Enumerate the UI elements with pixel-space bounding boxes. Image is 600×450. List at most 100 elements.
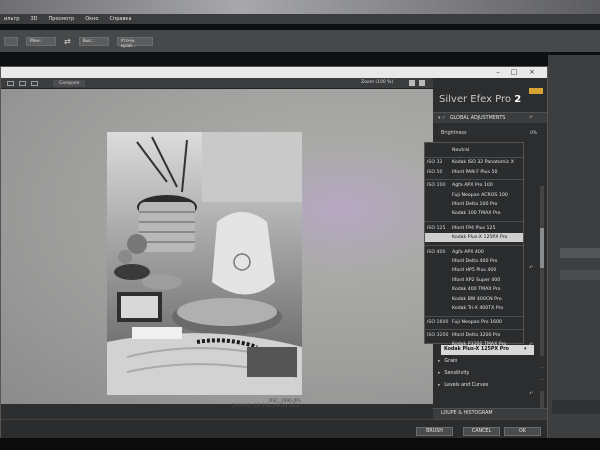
levels-curves-header[interactable]: ▸ Levels and Curves [433,380,547,391]
dropdown-option-name: Ilford Delta 400 Pro [452,259,498,264]
hand-icon[interactable] [409,80,415,86]
ps-width-field[interactable]: Мин.: [26,36,56,46]
dropdown-option[interactable]: Fuji Neopan ACROS 100 [425,191,523,200]
photo-caption: DSC_2996.JPG 24.8 MP, ISO 400, NIKON D85… [201,399,301,409]
dropdown-option-name: Fuji Neopan ACROS 100 [452,192,508,198]
dropdown-option-name: Kodak Plus-X 125PX Pro [452,235,508,241]
dropdown-option[interactable]: Ilford Delta 400 Pro [425,257,523,266]
swap-icon[interactable]: ⇄ [64,37,71,46]
dropdown-option-name: Kodak P3200 TMAX Pro [452,342,507,348]
reset-icon-2[interactable]: ↶ [529,265,536,271]
grain-header[interactable]: ▸ Grain [433,356,547,367]
sensitivity-header[interactable]: ▸ Sensitivity [433,368,547,379]
controls-scroll-thumb[interactable] [540,228,544,268]
dropdown-option[interactable]: Ilford Delta 100 Pro [425,200,523,209]
dropdown-separator [425,315,523,317]
close-icon[interactable]: × [527,68,537,76]
dropdown-option[interactable]: Ilford XP2 Super 400 [425,276,523,285]
plugin-footer: BRUSH CANCEL OK [1,419,547,440]
dropdown-option-name: Ilford Delta 100 Pro [452,202,498,207]
ps-menu-help[interactable]: Справка [109,16,131,22]
preview-area[interactable]: DSC_2996.JPG 24.8 MP, ISO 400, NIKON D85… [1,89,433,409]
grain-label: Grain [444,359,458,364]
dropdown-option-iso: ISO 32 [427,160,443,166]
plugin-titlebar[interactable]: – □ × [1,67,547,78]
dropdown-option-name: Agfa APX Pro 100 [452,183,493,189]
film-type-dropdown[interactable]: Neutral ISO 32 Kodak ISO 32 Panatomic X ISO… [424,142,524,347]
minimize-icon[interactable]: – [493,68,503,76]
dropdown-option-iso: ISO 100 [427,183,446,189]
cancel-button[interactable]: CANCEL [463,427,500,436]
reset-icon[interactable]: ↶ [529,115,536,121]
dropdown-option-iso: ISO 50 [427,169,443,175]
ps-menubar: ильтр 3D Просмотр Окно Справка [0,14,600,24]
dropdown-option[interactable]: ISO 3200 Ilford Delta 3200 Pro [425,331,523,340]
dropdown-option[interactable]: Neutral [425,146,523,155]
preview-photo[interactable] [107,132,302,395]
dropdown-option[interactable]: ISO 100 Agfa APX Pro 100 [425,181,523,190]
desk-edge [0,438,600,450]
ps-mode-select[interactable] [4,36,18,46]
ps-height-field[interactable]: Выс.: [78,36,109,46]
ps-menu-3d[interactable]: 3D [30,16,37,22]
maximize-icon[interactable]: □ [509,68,519,76]
split-view-icon[interactable] [19,80,26,86]
dropdown-separator [425,221,523,223]
dropdown-option-iso: ISO 3200 [427,332,449,338]
ps-menu-view[interactable]: Просмотр [49,16,75,22]
app-version: 2 [514,94,522,105]
dropdown-option-iso: ISO 1600 [427,320,449,326]
compare-button[interactable]: Compare [53,79,86,87]
dropdown-option[interactable]: Kodak Tri-X 400TX Pro [425,304,523,313]
ps-layers-strip[interactable] [560,248,600,258]
zoom-level[interactable]: Zoom (100 %) [361,80,393,85]
ps-menu-filter[interactable]: ильтр [4,16,19,22]
ps-layers-footer [552,400,600,414]
brightness-value[interactable]: 0% [530,131,537,136]
ps-refine-edge-button[interactable]: Уточн. край... [116,36,153,49]
single-view-icon[interactable] [7,80,14,86]
dropdown-option[interactable]: ISO 125 Ilford FP4 Plus 125 [425,224,523,233]
chevron-right-icon: ▸ [438,383,441,388]
dropdown-option-name: Ilford XP2 Super 400 [452,277,501,283]
dropdown-option-name: Ilford FP4 Plus 125 [452,225,496,231]
dropdown-option[interactable]: Kodak Plus-X 125PX Pro [425,233,523,243]
dropdown-option-name: Kodak BW 400CN Pro [452,296,502,302]
dropdown-option-name: Kodak Tri-X 400TX Pro [452,306,504,311]
side-by-side-icon[interactable] [31,80,38,86]
ok-button[interactable]: OK [504,427,541,436]
dropdown-option[interactable]: Kodak 100 TMAX Pro [425,209,523,218]
loupe-histogram-label: LOUPE & HISTOGRAM [441,411,493,416]
ps-layers-strip-2[interactable] [560,270,600,280]
dropdown-separator [425,245,523,247]
dropdown-option[interactable]: ISO 1600 Fuji Neopan Pro 1600 [425,318,523,327]
dropdown-option-name: Ilford Delta 3200 Pro [452,332,501,338]
dropdown-option-name: Agfa APX 400 [452,249,484,255]
dropdown-option[interactable]: Kodak BW 400CN Pro [425,295,523,304]
dropdown-option[interactable]: ISO 32 Kodak ISO 32 Panatomic X [425,158,523,167]
loupe-histogram-header[interactable]: LOUPE & HISTOGRAM [433,408,547,419]
zoom-icon[interactable] [419,80,425,86]
zoom-icons [409,80,425,86]
chevron-down-icon: ▾ ✓ [438,115,446,121]
nik-logo [529,88,543,94]
dropdown-option[interactable]: ISO 50 Ilford PAN F Plus 50 [425,168,523,177]
brush-button[interactable]: BRUSH [416,427,453,436]
ps-menu-window[interactable]: Окно [85,16,98,22]
dropdown-option-name: Neutral [452,148,470,153]
sensitivity-label: Sensitivity [444,371,470,376]
dropdown-option[interactable]: Kodak P3200 TMAX Pro [425,340,523,349]
dropdown-option-name: Kodak 400 TMAX Pro [452,287,501,293]
select-arrow-icon[interactable]: ▾ [524,346,531,352]
dropdown-option-name: Fuji Neopan Pro 1600 [452,320,502,326]
dropdown-option[interactable]: Kodak 400 TMAX Pro [425,285,523,294]
photo-still-life [107,132,302,395]
reset-icon-4[interactable]: ↶ [529,391,536,397]
global-adjustments-label: GLOBAL ADJUSTMENTS [449,115,506,121]
dropdown-option[interactable]: ISO 400 Agfa APX 400 [425,248,523,257]
dropdown-option-name: Kodak 100 TMAX Pro [452,211,501,217]
dropdown-separator [425,179,523,181]
dropdown-option-iso: ISO 125 [427,225,446,231]
dropdown-option[interactable]: Ilford HP5 Plus 400 [425,266,523,275]
dropdown-option-name: Kodak ISO 32 Panatomic X [452,160,514,166]
